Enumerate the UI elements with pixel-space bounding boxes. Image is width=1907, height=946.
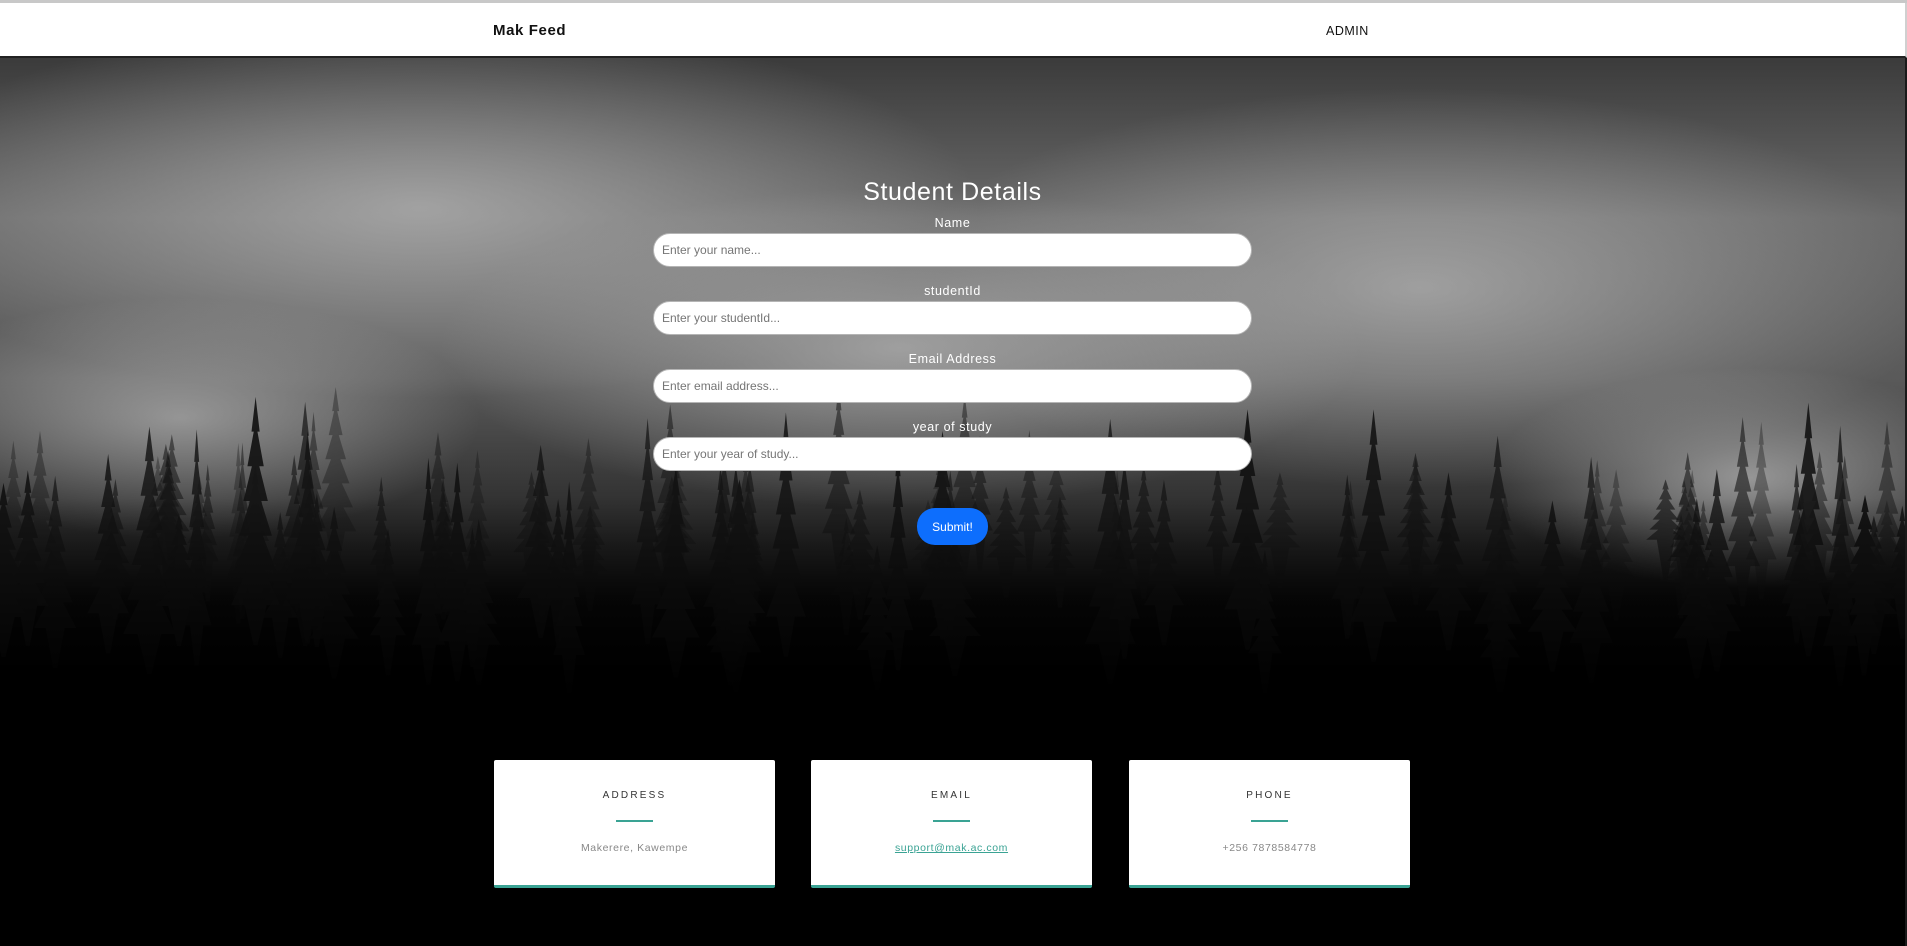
address-value: Makerere, Kawempe xyxy=(580,842,689,854)
navbar: Mak Feed ADMIN xyxy=(0,3,1907,58)
card-divider xyxy=(933,820,970,822)
year-of-study-input[interactable] xyxy=(653,437,1252,471)
email-link[interactable]: support@mak.ac.com xyxy=(895,842,1008,854)
name-input[interactable] xyxy=(653,233,1252,267)
address-card: ADDRESS Makerere, Kawempe xyxy=(494,760,775,888)
student-details-form: Student Details Name studentId Email Add… xyxy=(0,58,1905,698)
email-card-title: EMAIL xyxy=(930,790,972,801)
card-divider xyxy=(616,820,653,822)
card-divider xyxy=(1251,820,1288,822)
admin-link[interactable]: ADMIN xyxy=(1326,24,1369,38)
email-label: Email Address xyxy=(908,352,997,366)
email-input[interactable] xyxy=(653,369,1252,403)
brand-logo-text[interactable]: Mak Feed xyxy=(493,22,566,39)
email-value: support@mak.ac.com xyxy=(811,842,1092,854)
year-of-study-label: year of study xyxy=(912,420,993,434)
form-title: Student Details xyxy=(863,178,1042,206)
phone-card: PHONE +256 7878584778 xyxy=(1129,760,1410,888)
address-card-title: ADDRESS xyxy=(602,790,667,801)
phone-value: +256 7878584778 xyxy=(1222,842,1317,854)
student-id-input[interactable] xyxy=(653,301,1252,335)
submit-button[interactable]: Submit! xyxy=(917,508,988,545)
name-label: Name xyxy=(934,216,971,230)
email-card: EMAIL support@mak.ac.com xyxy=(811,760,1092,888)
student-id-label: studentId xyxy=(924,284,981,298)
phone-card-title: PHONE xyxy=(1246,790,1293,801)
